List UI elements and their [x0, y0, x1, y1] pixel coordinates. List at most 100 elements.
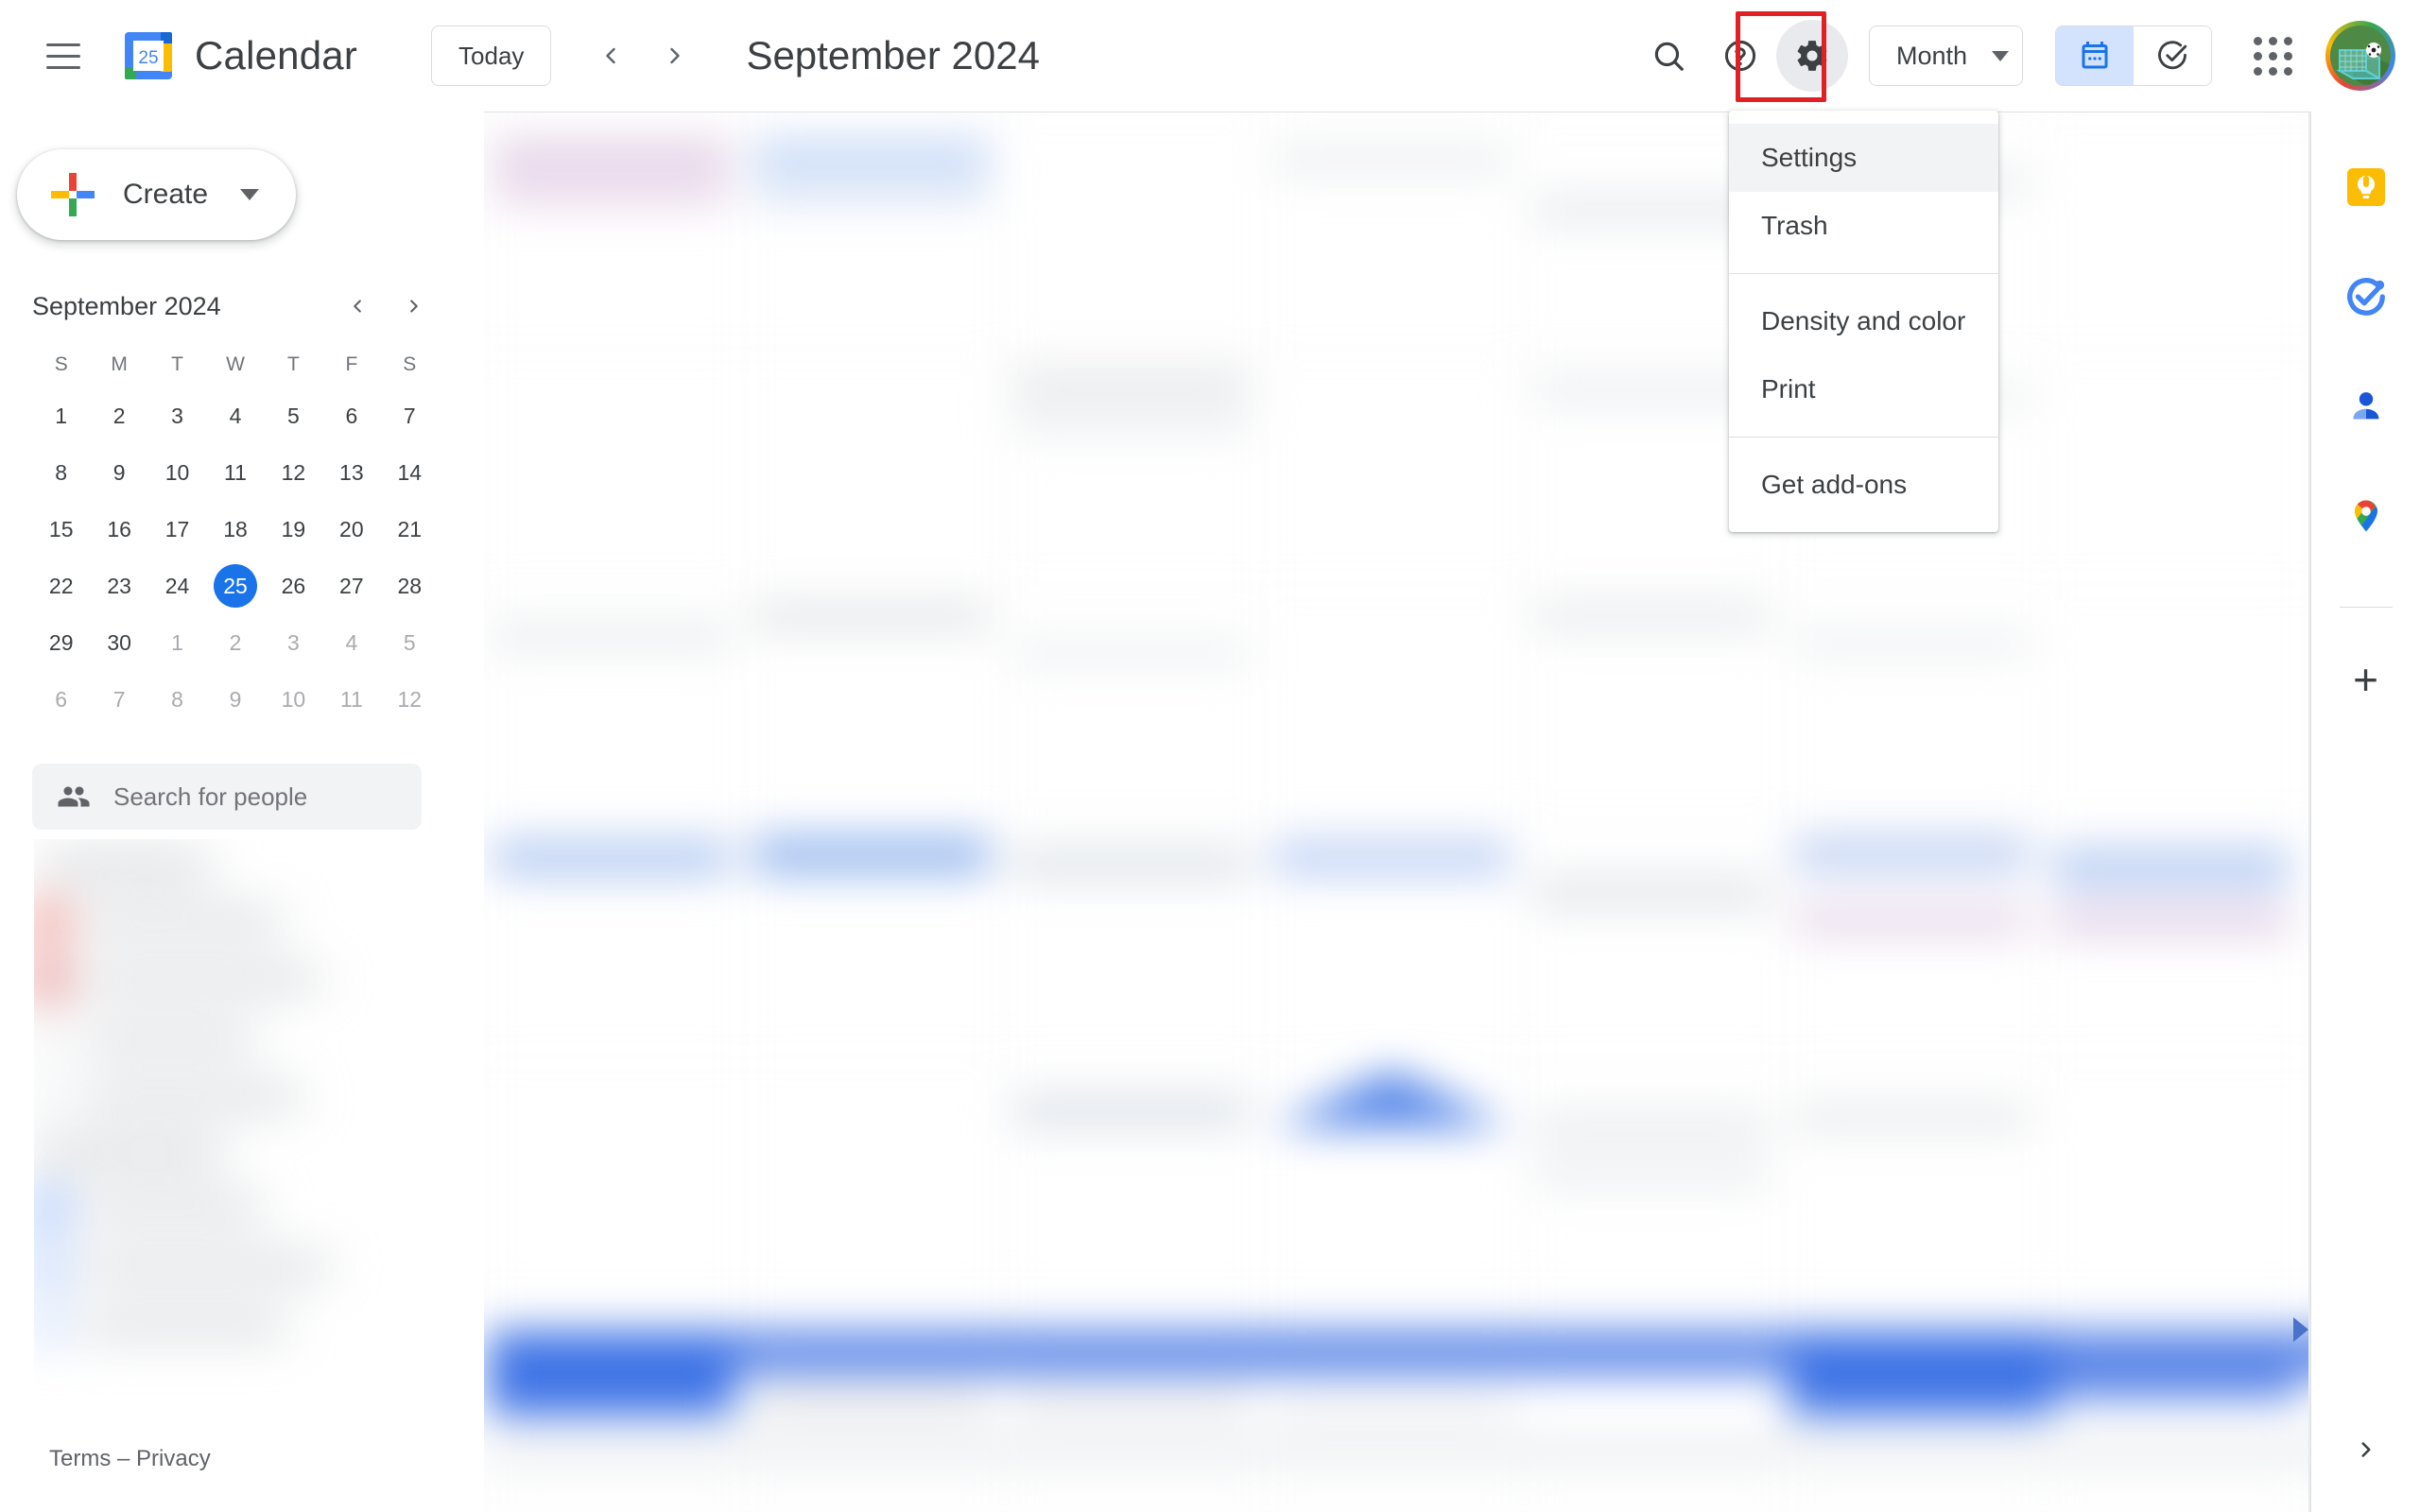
- month-grid[interactable]: [484, 112, 2310, 1512]
- mini-calendar-day-number: 9: [229, 686, 242, 712]
- mini-calendar-day-number: 25: [213, 564, 257, 608]
- menu-item-trash[interactable]: Trash: [1729, 192, 1998, 260]
- my-calendars-list[interactable]: [34, 839, 465, 1397]
- menu-divider: [1729, 273, 1998, 274]
- mini-calendar-header: September 2024: [32, 282, 439, 331]
- mini-calendar-day[interactable]: 8: [32, 446, 90, 499]
- mini-calendar-day[interactable]: 6: [32, 673, 90, 726]
- terms-privacy-link[interactable]: Terms – Privacy: [49, 1446, 211, 1472]
- mini-calendar-day-number: 10: [281, 686, 306, 712]
- mini-calendar-day[interactable]: 17: [148, 503, 206, 556]
- mini-calendar-day[interactable]: 29: [32, 616, 90, 669]
- mini-calendar-day[interactable]: 4: [322, 616, 380, 669]
- main-menu-icon[interactable]: [26, 19, 100, 93]
- mini-calendar-day-number: 1: [171, 629, 183, 655]
- mini-calendar-day[interactable]: 21: [381, 503, 439, 556]
- mini-calendar-day[interactable]: 10: [148, 446, 206, 499]
- menu-item-print[interactable]: Print: [1729, 355, 1998, 423]
- mini-calendar-next-icon[interactable]: [389, 282, 439, 331]
- avatar-image: [2330, 26, 2391, 86]
- menu-item-density-and-color[interactable]: Density and color: [1729, 287, 1998, 355]
- mini-calendar-day[interactable]: 15: [32, 503, 90, 556]
- mini-calendar-day[interactable]: 22: [32, 559, 90, 612]
- tasks-icon[interactable]: [2328, 259, 2404, 335]
- mini-calendar-day-initial: W: [226, 353, 245, 375]
- mini-calendar-day[interactable]: 26: [265, 559, 322, 612]
- mini-calendar-day[interactable]: 2: [90, 389, 147, 442]
- mini-calendar-prev-icon[interactable]: [333, 282, 382, 331]
- mini-calendar-day[interactable]: 9: [206, 673, 264, 726]
- menu-item-get-add-ons[interactable]: Get add-ons: [1729, 451, 1998, 519]
- settings-dropdown-menu: Settings Trash Density and color Print G…: [1729, 111, 1998, 532]
- mini-calendar-day[interactable]: 3: [148, 389, 206, 442]
- mini-calendar-day[interactable]: 3: [265, 616, 322, 669]
- top-app-bar: 25 Calendar Today September 2024 Month: [0, 0, 2420, 112]
- mini-calendar-day[interactable]: 5: [265, 389, 322, 442]
- toggle-tasks-view[interactable]: [2134, 26, 2211, 85]
- help-circle-icon[interactable]: [1704, 20, 1776, 92]
- menu-divider: [1729, 437, 1998, 438]
- next-period-icon[interactable]: [646, 26, 704, 85]
- mini-calendar-day[interactable]: 24: [148, 559, 206, 612]
- mini-calendar-day[interactable]: 5: [381, 616, 439, 669]
- mini-calendar-day-initial: S: [54, 353, 68, 375]
- top-bar-actions: Month: [1633, 20, 2420, 92]
- mini-calendar-day[interactable]: 27: [322, 559, 380, 612]
- brand-logo-group[interactable]: 25 Calendar: [123, 30, 357, 81]
- menu-item-settings[interactable]: Settings: [1729, 124, 1998, 192]
- mini-calendar-day[interactable]: 11: [206, 446, 264, 499]
- mini-calendar-day-number: 12: [281, 459, 306, 485]
- contacts-icon[interactable]: [2328, 369, 2404, 444]
- mini-calendar-day[interactable]: 7: [381, 389, 439, 442]
- mini-calendar-month-label: September 2024: [32, 291, 221, 320]
- mini-calendar-day[interactable]: 16: [90, 503, 147, 556]
- today-button[interactable]: Today: [431, 26, 552, 86]
- mini-calendar-day[interactable]: 19: [265, 503, 322, 556]
- mini-calendar-day[interactable]: 28: [381, 559, 439, 612]
- mini-calendar-day-number: 3: [171, 403, 183, 428]
- mini-calendar-day[interactable]: 13: [322, 446, 380, 499]
- mini-calendar-day[interactable]: 14: [381, 446, 439, 499]
- mini-calendar-day[interactable]: 12: [265, 446, 322, 499]
- add-side-panel-app-button[interactable]: +: [2328, 642, 2404, 717]
- mini-calendar-day[interactable]: 6: [322, 389, 380, 442]
- mini-calendar-day[interactable]: 1: [32, 389, 90, 442]
- mini-calendar-day[interactable]: 12: [381, 673, 439, 726]
- mini-calendar-day-initial: M: [111, 353, 128, 375]
- svg-text:25: 25: [138, 48, 158, 68]
- mini-calendar-day[interactable]: 18: [206, 503, 264, 556]
- mini-calendar-day[interactable]: 11: [322, 673, 380, 726]
- mini-calendar-day[interactable]: 9: [90, 446, 147, 499]
- maps-icon[interactable]: [2328, 478, 2404, 554]
- mini-calendar-day-selected[interactable]: 25: [206, 559, 264, 612]
- mini-calendar-day[interactable]: 7: [90, 673, 147, 726]
- mini-calendar-day[interactable]: 1: [148, 616, 206, 669]
- mini-calendar-day[interactable]: 4: [206, 389, 264, 442]
- gear-icon[interactable]: [1775, 20, 1848, 92]
- expand-side-panel-icon[interactable]: [2340, 1423, 2393, 1476]
- mini-calendar-day-number: 30: [107, 629, 131, 655]
- mini-calendar-day[interactable]: 2: [206, 616, 264, 669]
- avatar[interactable]: [2325, 21, 2395, 91]
- mini-calendar-day[interactable]: 10: [265, 673, 322, 726]
- mini-calendar-day-number: 9: [112, 459, 126, 485]
- search-icon[interactable]: [1633, 20, 1704, 92]
- toggle-calendar-view[interactable]: [2056, 26, 2134, 85]
- mini-calendar-day[interactable]: 30: [90, 616, 147, 669]
- search-for-people-placeholder: Search for people: [113, 782, 308, 811]
- apps-grid-icon[interactable]: [2237, 20, 2308, 92]
- mini-calendar-day[interactable]: 8: [148, 673, 206, 726]
- search-for-people-input[interactable]: Search for people: [32, 764, 422, 830]
- mini-calendar-day-number: 6: [55, 686, 68, 712]
- menu-item-label: Trash: [1761, 211, 1828, 240]
- keep-icon[interactable]: [2328, 149, 2404, 225]
- mini-calendar-day[interactable]: 20: [322, 503, 380, 556]
- previous-period-icon[interactable]: [581, 26, 640, 85]
- mini-calendar-day-number: 14: [397, 459, 423, 485]
- people-icon: [58, 786, 90, 807]
- mini-calendar-day-number: 26: [281, 573, 306, 598]
- triangle-right-icon[interactable]: [2293, 1317, 2308, 1342]
- view-mode-select[interactable]: Month: [1868, 26, 2023, 86]
- create-button[interactable]: Create: [17, 149, 296, 240]
- mini-calendar-day[interactable]: 23: [90, 559, 147, 612]
